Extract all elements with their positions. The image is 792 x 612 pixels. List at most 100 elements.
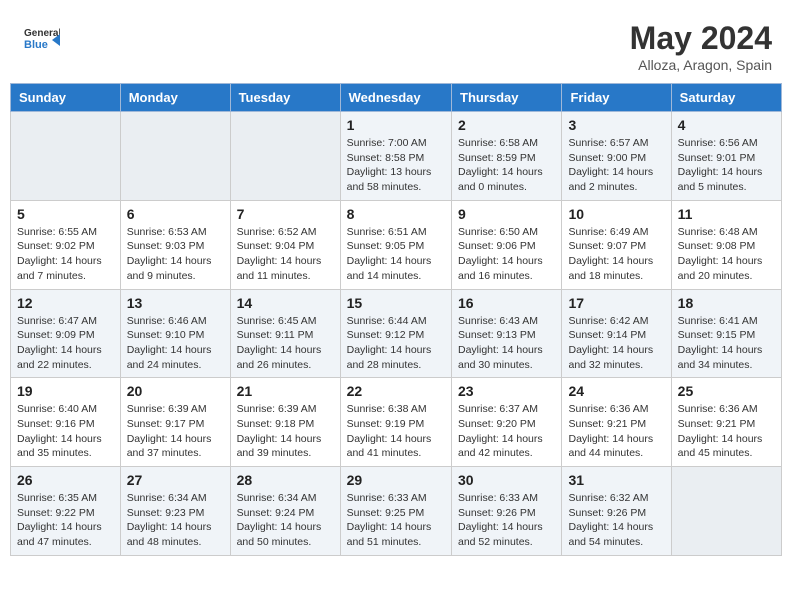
calendar-cell: 14 Sunrise: 6:45 AMSunset: 9:11 PMDayligh…: [230, 289, 340, 378]
calendar-cell: 23 Sunrise: 6:37 AMSunset: 9:20 PMDayligh…: [452, 378, 562, 467]
calendar-cell: 12Sunrise: 6:47 AMSunset: 9:09 PMDayligh…: [11, 289, 121, 378]
calendar-cell: 18Sunrise: 6:41 AMSunset: 9:15 PMDayligh…: [671, 289, 781, 378]
day-number: 24: [568, 383, 664, 399]
logo: General Blue: [20, 20, 60, 60]
day-info: Sunrise: 6:43 AMSunset: 9:13 PMDaylight:…: [458, 314, 555, 373]
day-info: Sunrise: 6:49 AMSunset: 9:07 PMDaylight:…: [568, 225, 664, 284]
calendar-cell: 16 Sunrise: 6:43 AMSunset: 9:13 PMDayligh…: [452, 289, 562, 378]
calendar-cell: [120, 112, 230, 201]
day-info: Sunrise: 6:40 AMSunset: 9:16 PMDaylight:…: [17, 402, 114, 461]
day-info: Sunrise: 6:34 AMSunset: 9:24 PMDaylight:…: [237, 491, 334, 550]
logo-svg: General Blue: [20, 20, 60, 60]
title-area: May 2024 Alloza, Aragon, Spain: [630, 20, 772, 73]
calendar-cell: 2 Sunrise: 6:58 AMSunset: 8:59 PMDaylight…: [452, 112, 562, 201]
day-number: 21: [237, 383, 334, 399]
day-info: Sunrise: 6:52 AMSunset: 9:04 PMDaylight:…: [237, 225, 334, 284]
calendar-cell: 9Sunrise: 6:50 AMSunset: 9:06 PMDaylight…: [452, 200, 562, 289]
calendar-table: SundayMondayTuesdayWednesdayThursdayFrid…: [10, 83, 782, 556]
day-number: 2: [458, 117, 555, 133]
day-of-week-header: Wednesday: [340, 84, 451, 112]
day-info: Sunrise: 6:56 AMSunset: 9:01 PMDaylight:…: [678, 136, 775, 195]
day-number: 28: [237, 472, 334, 488]
day-number: 26: [17, 472, 114, 488]
day-number: 25: [678, 383, 775, 399]
calendar-cell: 6Sunrise: 6:53 AMSunset: 9:03 PMDaylight…: [120, 200, 230, 289]
day-info: Sunrise: 6:32 AMSunset: 9:26 PMDaylight:…: [568, 491, 664, 550]
day-number: 16: [458, 295, 555, 311]
day-info: Sunrise: 6:58 AMSunset: 8:59 PMDaylight:…: [458, 136, 555, 195]
calendar-cell: 27 Sunrise: 6:34 AMSunset: 9:23 PMDayligh…: [120, 467, 230, 556]
calendar-cell: 28 Sunrise: 6:34 AMSunset: 9:24 PMDayligh…: [230, 467, 340, 556]
calendar-cell: 30 Sunrise: 6:33 AMSunset: 9:26 PMDayligh…: [452, 467, 562, 556]
calendar-cell: 1 Sunrise: 7:00 AMSunset: 8:58 PMDaylight…: [340, 112, 451, 201]
day-number: 14: [237, 295, 334, 311]
day-number: 4: [678, 117, 775, 133]
calendar-week-row: 5 Sunrise: 6:55 AMSunset: 9:02 PMDaylight…: [11, 200, 782, 289]
day-info: Sunrise: 6:34 AMSunset: 9:23 PMDaylight:…: [127, 491, 224, 550]
calendar-week-row: 1 Sunrise: 7:00 AMSunset: 8:58 PMDaylight…: [11, 112, 782, 201]
calendar-week-row: 12Sunrise: 6:47 AMSunset: 9:09 PMDayligh…: [11, 289, 782, 378]
calendar-cell: 19 Sunrise: 6:40 AMSunset: 9:16 PMDayligh…: [11, 378, 121, 467]
page-header: General Blue May 2024 Alloza, Aragon, Sp…: [10, 10, 782, 78]
day-info: Sunrise: 6:33 AMSunset: 9:25 PMDaylight:…: [347, 491, 445, 550]
day-number: 19: [17, 383, 114, 399]
day-number: 10: [568, 206, 664, 222]
day-of-week-header: Tuesday: [230, 84, 340, 112]
day-info: Sunrise: 6:37 AMSunset: 9:20 PMDaylight:…: [458, 402, 555, 461]
day-info: Sunrise: 6:46 AMSunset: 9:10 PMDaylight:…: [127, 314, 224, 373]
day-info: Sunrise: 6:42 AMSunset: 9:14 PMDaylight:…: [568, 314, 664, 373]
day-info: Sunrise: 6:48 AMSunset: 9:08 PMDaylight:…: [678, 225, 775, 284]
calendar-cell: 7 Sunrise: 6:52 AMSunset: 9:04 PMDaylight…: [230, 200, 340, 289]
day-info: Sunrise: 6:50 AMSunset: 9:06 PMDaylight:…: [458, 225, 555, 284]
calendar-cell: 25 Sunrise: 6:36 AMSunset: 9:21 PMDayligh…: [671, 378, 781, 467]
day-info: Sunrise: 6:47 AMSunset: 9:09 PMDaylight:…: [17, 314, 114, 373]
calendar-cell: 31 Sunrise: 6:32 AMSunset: 9:26 PMDayligh…: [562, 467, 671, 556]
calendar-cell: 5 Sunrise: 6:55 AMSunset: 9:02 PMDaylight…: [11, 200, 121, 289]
day-info: Sunrise: 6:55 AMSunset: 9:02 PMDaylight:…: [17, 225, 114, 284]
calendar-cell: 10 Sunrise: 6:49 AMSunset: 9:07 PMDayligh…: [562, 200, 671, 289]
day-info: Sunrise: 6:39 AMSunset: 9:17 PMDaylight:…: [127, 402, 224, 461]
day-number: 20: [127, 383, 224, 399]
calendar-cell: 21Sunrise: 6:39 AMSunset: 9:18 PMDayligh…: [230, 378, 340, 467]
day-number: 31: [568, 472, 664, 488]
calendar-cell: 20 Sunrise: 6:39 AMSunset: 9:17 PMDayligh…: [120, 378, 230, 467]
day-number: 8: [347, 206, 445, 222]
day-info: Sunrise: 6:36 AMSunset: 9:21 PMDaylight:…: [678, 402, 775, 461]
calendar-cell: 13 Sunrise: 6:46 AMSunset: 9:10 PMDayligh…: [120, 289, 230, 378]
day-number: 3: [568, 117, 664, 133]
day-info: Sunrise: 6:53 AMSunset: 9:03 PMDaylight:…: [127, 225, 224, 284]
day-number: 15: [347, 295, 445, 311]
day-number: 7: [237, 206, 334, 222]
calendar-cell: 24 Sunrise: 6:36 AMSunset: 9:21 PMDayligh…: [562, 378, 671, 467]
day-number: 17: [568, 295, 664, 311]
day-info: Sunrise: 6:38 AMSunset: 9:19 PMDaylight:…: [347, 402, 445, 461]
calendar-week-row: 19 Sunrise: 6:40 AMSunset: 9:16 PMDayligh…: [11, 378, 782, 467]
day-number: 30: [458, 472, 555, 488]
day-info: Sunrise: 6:41 AMSunset: 9:15 PMDaylight:…: [678, 314, 775, 373]
day-info: Sunrise: 6:57 AMSunset: 9:00 PMDaylight:…: [568, 136, 664, 195]
day-number: 1: [347, 117, 445, 133]
calendar-cell: [671, 467, 781, 556]
calendar-cell: [11, 112, 121, 201]
day-info: Sunrise: 6:45 AMSunset: 9:11 PMDaylight:…: [237, 314, 334, 373]
day-info: Sunrise: 6:35 AMSunset: 9:22 PMDaylight:…: [17, 491, 114, 550]
calendar-cell: 11 Sunrise: 6:48 AMSunset: 9:08 PMDayligh…: [671, 200, 781, 289]
calendar-cell: 15Sunrise: 6:44 AMSunset: 9:12 PMDayligh…: [340, 289, 451, 378]
calendar-cell: 8Sunrise: 6:51 AMSunset: 9:05 PMDaylight…: [340, 200, 451, 289]
day-number: 23: [458, 383, 555, 399]
svg-text:General: General: [24, 28, 60, 39]
day-number: 27: [127, 472, 224, 488]
calendar-week-row: 26 Sunrise: 6:35 AMSunset: 9:22 PMDayligh…: [11, 467, 782, 556]
day-number: 13: [127, 295, 224, 311]
day-number: 5: [17, 206, 114, 222]
month-title: May 2024: [630, 20, 772, 57]
day-info: Sunrise: 6:36 AMSunset: 9:21 PMDaylight:…: [568, 402, 664, 461]
day-of-week-header: Thursday: [452, 84, 562, 112]
day-number: 11: [678, 206, 775, 222]
day-of-week-header: Saturday: [671, 84, 781, 112]
day-info: Sunrise: 6:33 AMSunset: 9:26 PMDaylight:…: [458, 491, 555, 550]
location: Alloza, Aragon, Spain: [630, 57, 772, 73]
day-number: 29: [347, 472, 445, 488]
day-info: Sunrise: 7:00 AMSunset: 8:58 PMDaylight:…: [347, 136, 445, 195]
calendar-cell: [230, 112, 340, 201]
